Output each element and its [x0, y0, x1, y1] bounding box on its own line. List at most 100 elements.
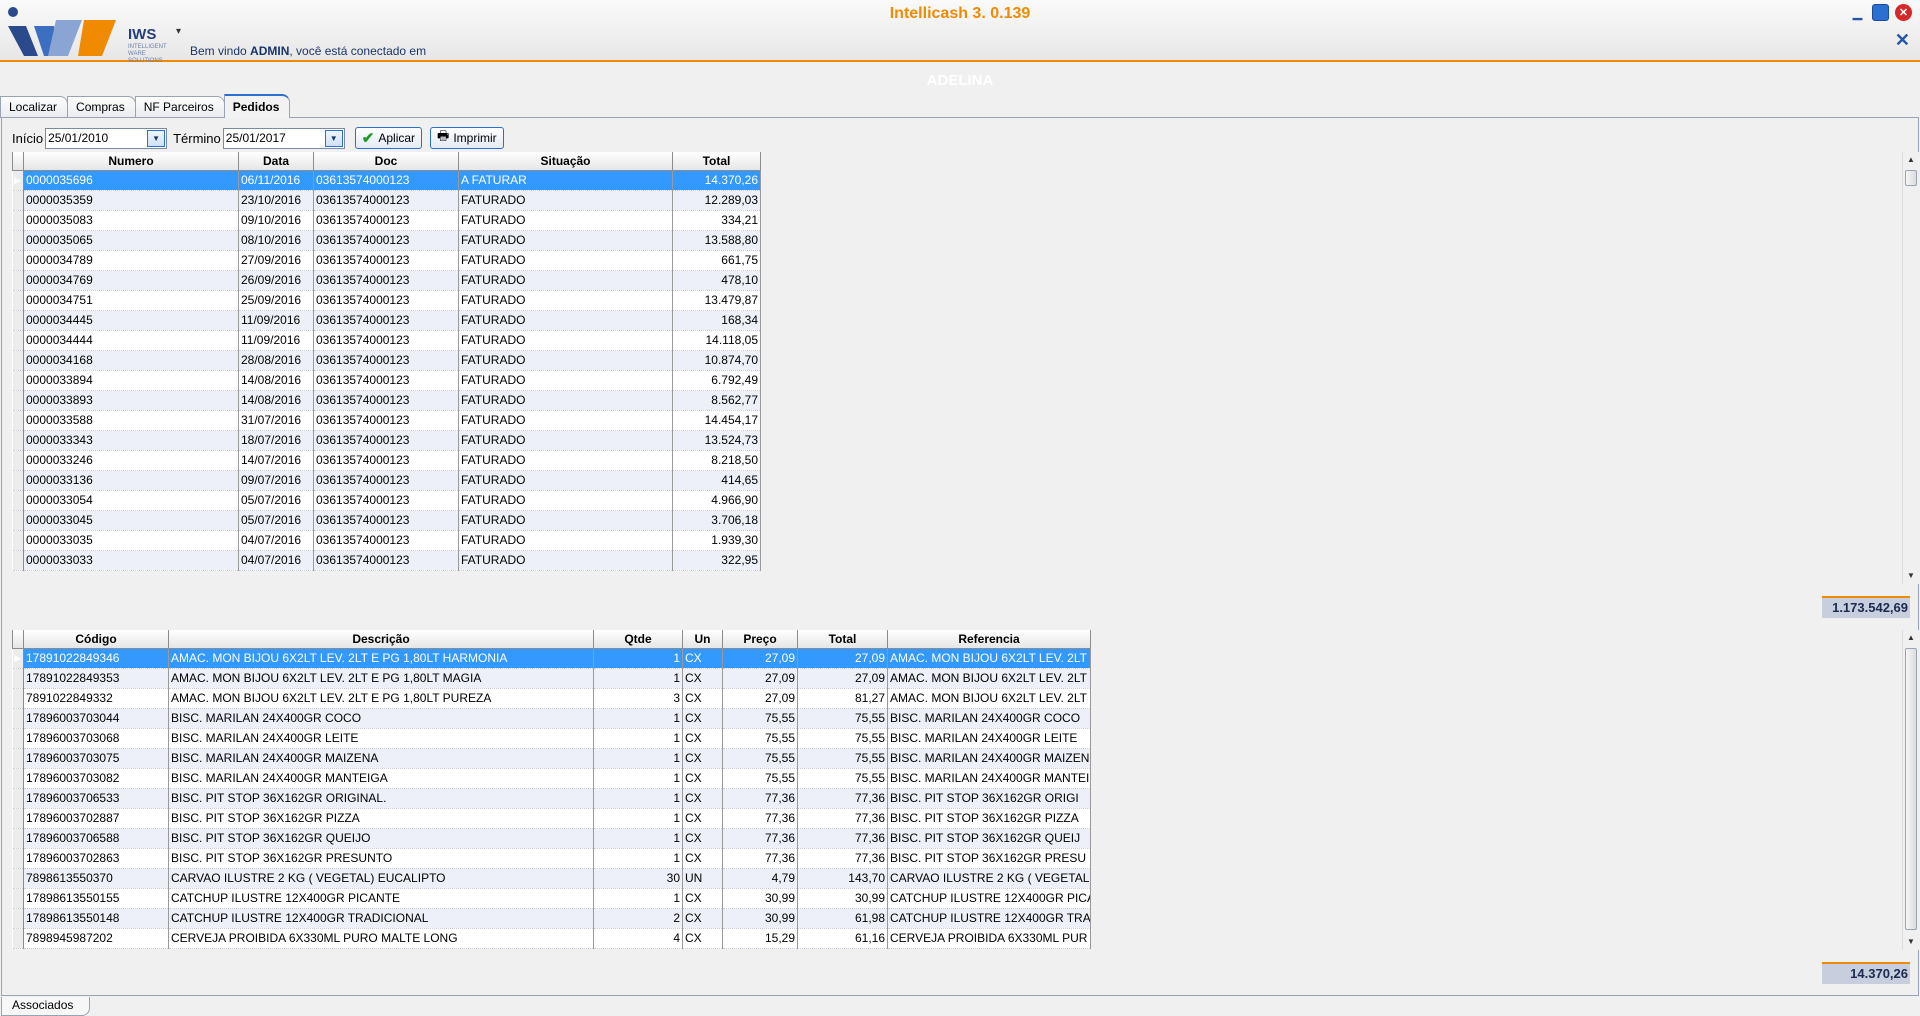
table-row[interactable]: 0000034445 11/09/2016 03613574000123 FATURA… [12, 310, 761, 331]
table-row[interactable]: 0000033894 14/08/2016 03613574000123 FATURA… [12, 370, 761, 391]
start-date-field[interactable]: 25/01/2010 ▼ [45, 127, 168, 149]
user-menu-dropdown-icon[interactable]: ▾ [176, 26, 181, 37]
table-row[interactable]: 0000034168 28/08/2016 03613574000123 FATURA… [12, 350, 761, 371]
row-indicator[interactable] [12, 510, 24, 531]
table-row[interactable]: ▶ 0000035696 06/11/2016 03613574000123 A FAT… [12, 170, 761, 191]
row-indicator[interactable] [12, 430, 24, 451]
col-total[interactable]: Total [672, 152, 761, 171]
row-indicator[interactable] [12, 828, 24, 849]
table-row[interactable]: 0000034444 11/09/2016 03613574000123 FATURA… [12, 330, 761, 351]
col-descricao[interactable]: Descrição [168, 630, 594, 649]
row-indicator[interactable] [12, 470, 24, 491]
col-referencia[interactable]: Referencia [887, 630, 1091, 649]
close-tab-icon[interactable]: ✕ [1895, 30, 1910, 51]
current-row-indicator-icon[interactable]: ▶ [12, 648, 24, 669]
tab-compras[interactable]: Compras [67, 96, 136, 118]
row-indicator[interactable] [12, 290, 24, 311]
row-indicator[interactable] [12, 250, 24, 271]
table-row[interactable]: 17896003706588 BISC. PIT STOP 36X162GR QU… [12, 828, 1091, 849]
tab-associados[interactable]: Associados [1, 997, 91, 1016]
col-situacao[interactable]: Situação [458, 152, 673, 171]
row-indicator[interactable] [12, 350, 24, 371]
col-item-total[interactable]: Total [797, 630, 888, 649]
row-indicator[interactable] [12, 848, 24, 869]
current-row-indicator-icon[interactable]: ▶ [12, 170, 24, 191]
table-row[interactable]: 0000035359 23/10/2016 03613574000123 FATURA… [12, 190, 761, 211]
end-date-field[interactable]: 25/01/2017 ▼ [222, 127, 345, 149]
tab-localizar[interactable]: Localizar [0, 96, 69, 118]
row-indicator[interactable] [12, 370, 24, 391]
row-indicator[interactable] [12, 688, 24, 709]
table-row[interactable]: 17898613550148 CATCHUP ILUSTRE 12X400GR T… [12, 908, 1091, 929]
scroll-up-icon[interactable]: ▲ [1903, 630, 1919, 646]
table-row[interactable]: 0000034789 27/09/2016 03613574000123 FATURA… [12, 250, 761, 271]
row-indicator[interactable] [12, 270, 24, 291]
table-row[interactable]: 7891022849332 AMAC. MON BIJOU 6X2LT LEV. … [12, 688, 1091, 709]
table-row[interactable]: 0000033045 05/07/2016 03613574000123 FATURA… [12, 510, 761, 531]
col-un[interactable]: Un [682, 630, 723, 649]
apply-button[interactable]: ✔ Aplicar [354, 127, 423, 149]
table-row[interactable]: 0000033343 18/07/2016 03613574000123 FATURA… [12, 430, 761, 451]
row-indicator[interactable] [12, 908, 24, 929]
row-indicator[interactable] [12, 330, 24, 351]
tab-pedidos[interactable]: Pedidos [223, 94, 291, 118]
table-row[interactable]: 17891022849353 AMAC. MON BIJOU 6X2LT LEV.… [12, 668, 1091, 689]
scroll-up-icon[interactable]: ▲ [1903, 152, 1919, 168]
col-codigo[interactable]: Código [23, 630, 169, 649]
row-indicator[interactable] [12, 788, 24, 809]
maximize-icon[interactable] [1872, 4, 1889, 21]
table-row[interactable]: 0000033054 05/07/2016 03613574000123 FATURA… [12, 490, 761, 511]
table-row[interactable]: 0000033246 14/07/2016 03613574000123 FATURA… [12, 450, 761, 471]
row-indicator[interactable] [12, 668, 24, 689]
table-row[interactable]: 0000033035 04/07/2016 03613574000123 FATURA… [12, 530, 761, 551]
start-date-dropdown-icon[interactable]: ▼ [147, 129, 166, 147]
col-data[interactable]: Data [238, 152, 314, 171]
close-icon[interactable]: ✕ [1895, 4, 1912, 21]
row-indicator[interactable] [12, 808, 24, 829]
table-row[interactable]: 7898945987202 CERVEJA PROIBIDA 6X330ML PU… [12, 928, 1091, 949]
table-row[interactable]: 17896003702887 BISC. PIT STOP 36X162GR PI… [12, 808, 1091, 829]
minimize-icon[interactable]: ▁ [1849, 4, 1866, 21]
table-row[interactable]: 0000033893 14/08/2016 03613574000123 FATURA… [12, 390, 761, 411]
table-row[interactable]: 17896003706533 BISC. PIT STOP 36X162GR OR… [12, 788, 1091, 809]
row-indicator[interactable] [12, 310, 24, 331]
col-numero[interactable]: Numero [23, 152, 239, 171]
table-row[interactable]: 0000034751 25/09/2016 03613574000123 FATURA… [12, 290, 761, 311]
row-indicator[interactable] [12, 768, 24, 789]
col-qtde[interactable]: Qtde [593, 630, 683, 649]
row-indicator[interactable] [12, 390, 24, 411]
table-row[interactable]: 0000033136 09/07/2016 03613574000123 FATURA… [12, 470, 761, 491]
table-row[interactable]: 0000033588 31/07/2016 03613574000123 FATURA… [12, 410, 761, 431]
row-indicator[interactable] [12, 728, 24, 749]
row-indicator[interactable] [12, 210, 24, 231]
end-date-dropdown-icon[interactable]: ▼ [324, 129, 343, 147]
table-row[interactable]: 0000033033 04/07/2016 03613574000123 FATURA… [12, 550, 761, 571]
scroll-down-icon[interactable]: ▼ [1903, 568, 1919, 584]
table-row[interactable]: 17896003703075 BISC. MARILAN 24X400GR MAI… [12, 748, 1091, 769]
scroll-thumb[interactable] [1905, 648, 1917, 930]
tab-nf-parceiros[interactable]: NF Parceiros [134, 96, 225, 118]
table-row[interactable]: 0000035083 09/10/2016 03613574000123 FATURA… [12, 210, 761, 231]
table-row[interactable]: 17896003703044 BISC. MARILAN 24X400GR COC… [12, 708, 1091, 729]
row-indicator[interactable] [12, 190, 24, 211]
table-row[interactable]: 7898613550370 CARVAO ILUSTRE 2 KG ( VEGET… [12, 868, 1091, 889]
scroll-down-icon[interactable]: ▼ [1903, 934, 1919, 950]
row-indicator[interactable] [12, 708, 24, 729]
row-indicator[interactable] [12, 230, 24, 251]
row-indicator[interactable] [12, 868, 24, 889]
table-row[interactable]: 17896003703082 BISC. MARILAN 24X400GR MAN… [12, 768, 1091, 789]
col-preco[interactable]: Preço [722, 630, 798, 649]
table-row[interactable]: 17898613550155 CATCHUP ILUSTRE 12X400GR P… [12, 888, 1091, 909]
orders-scrollbar[interactable]: ▲ ▼ [1902, 152, 1919, 584]
print-button[interactable]: 🖶 Imprimir [430, 127, 504, 149]
col-doc[interactable]: Doc [313, 152, 459, 171]
table-row[interactable]: 17896003702863 BISC. PIT STOP 36X162GR PR… [12, 848, 1091, 869]
table-row[interactable]: ▶ 17891022849346 AMAC. MON BIJOU 6X2LT LEV… [12, 648, 1091, 669]
table-row[interactable]: 0000035065 08/10/2016 03613574000123 FATURA… [12, 230, 761, 251]
table-row[interactable]: 0000034769 26/09/2016 03613574000123 FATURA… [12, 270, 761, 291]
row-indicator[interactable] [12, 490, 24, 511]
scroll-thumb[interactable] [1905, 170, 1917, 186]
row-indicator[interactable] [12, 410, 24, 431]
table-row[interactable]: 17896003703068 BISC. MARILAN 24X400GR LEI… [12, 728, 1091, 749]
row-indicator[interactable] [12, 748, 24, 769]
